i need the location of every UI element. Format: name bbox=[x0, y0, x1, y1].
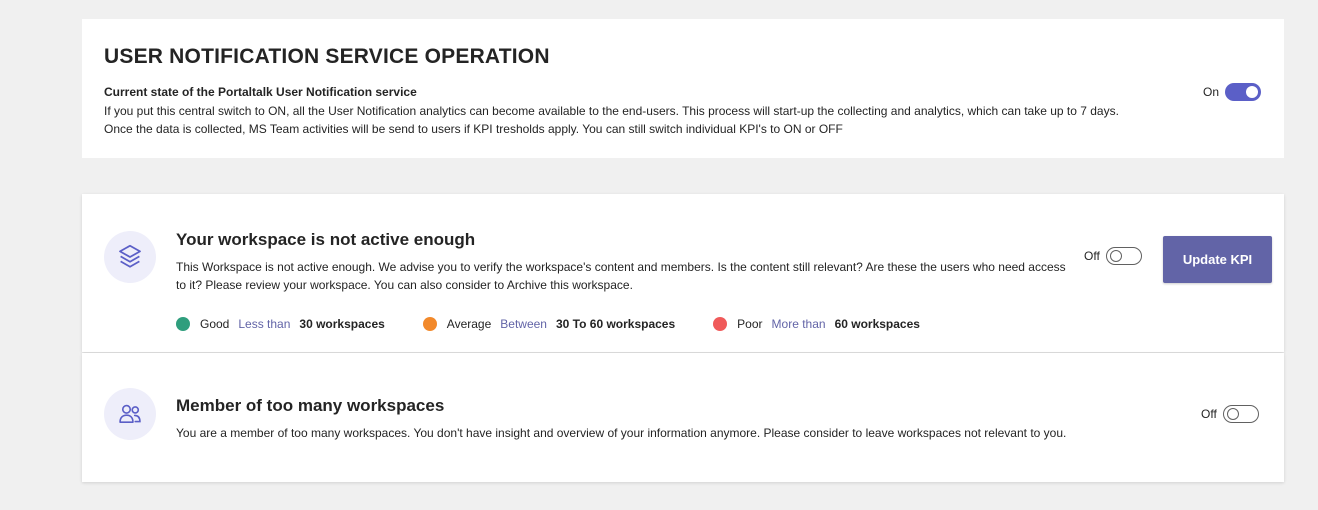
layers-icon bbox=[119, 244, 141, 268]
kpi-card-workspace-activity: Your workspace is not active enough This… bbox=[82, 194, 1284, 352]
threshold-relation: More than bbox=[771, 317, 826, 331]
people-icon bbox=[119, 404, 141, 423]
kpi-toggle-switch[interactable] bbox=[1105, 247, 1142, 265]
threshold-value: 30 workspaces bbox=[299, 317, 385, 331]
kpi-title: Member of too many workspaces bbox=[176, 396, 445, 415]
threshold-good: Good Less than 30 workspaces bbox=[176, 317, 385, 331]
threshold-label: Average bbox=[446, 317, 492, 331]
service-description-line: If you put this central switch to ON, al… bbox=[104, 104, 1119, 118]
good-status-dot-icon bbox=[176, 317, 190, 331]
kpi-toggle-label: Off bbox=[1201, 407, 1217, 421]
kpi-icon-container bbox=[104, 388, 156, 440]
poor-status-dot-icon bbox=[713, 317, 728, 331]
service-operation-card: USER NOTIFICATION SERVICE OPERATION Curr… bbox=[82, 19, 1284, 158]
kpi-title: Your workspace is not active enough bbox=[176, 230, 476, 249]
average-status-dot-icon bbox=[422, 317, 437, 331]
threshold-label: Good bbox=[200, 317, 230, 331]
service-description-line: Once the data is collected, MS Team acti… bbox=[104, 122, 843, 136]
toggle-knob bbox=[1226, 408, 1239, 420]
service-subtitle: Current state of the Portaltalk User Not… bbox=[104, 85, 417, 99]
kpi-toggle-label: Off bbox=[1084, 249, 1100, 263]
kpi-toggle-group: Off bbox=[1201, 405, 1259, 423]
kpi-card-member-workspaces: Member of too many workspaces You are a … bbox=[82, 353, 1284, 482]
threshold-poor: Poor More than 60 workspaces bbox=[713, 317, 920, 331]
service-title: USER NOTIFICATION SERVICE OPERATION bbox=[104, 45, 550, 68]
service-toggle-switch[interactable] bbox=[1225, 83, 1262, 101]
kpi-toggle-group: Off bbox=[1084, 247, 1142, 265]
service-description: If you put this central switch to ON, al… bbox=[104, 102, 1184, 138]
update-kpi-button[interactable]: Update KPI bbox=[1163, 236, 1272, 283]
threshold-label: Poor bbox=[737, 317, 763, 331]
kpi-thresholds: Good Less than 30 workspaces Average Bet… bbox=[176, 317, 958, 331]
service-toggle-group: On bbox=[1203, 83, 1262, 101]
threshold-value: 30 To 60 workspaces bbox=[555, 317, 676, 331]
kpi-icon-container bbox=[104, 231, 156, 283]
kpi-toggle-switch[interactable] bbox=[1222, 405, 1259, 423]
threshold-average: Average Between 30 To 60 workspaces bbox=[422, 317, 676, 331]
kpi-description: You are a member of too many workspaces.… bbox=[176, 426, 1067, 440]
threshold-relation: Between bbox=[500, 317, 547, 331]
kpi-description: This Workspace is not active enough. We … bbox=[176, 260, 1066, 292]
toggle-knob bbox=[1109, 250, 1122, 262]
service-toggle-label: On bbox=[1203, 85, 1220, 99]
threshold-value: 60 workspaces bbox=[834, 317, 920, 331]
threshold-relation: Less than bbox=[238, 317, 291, 331]
toggle-knob bbox=[1246, 86, 1259, 98]
